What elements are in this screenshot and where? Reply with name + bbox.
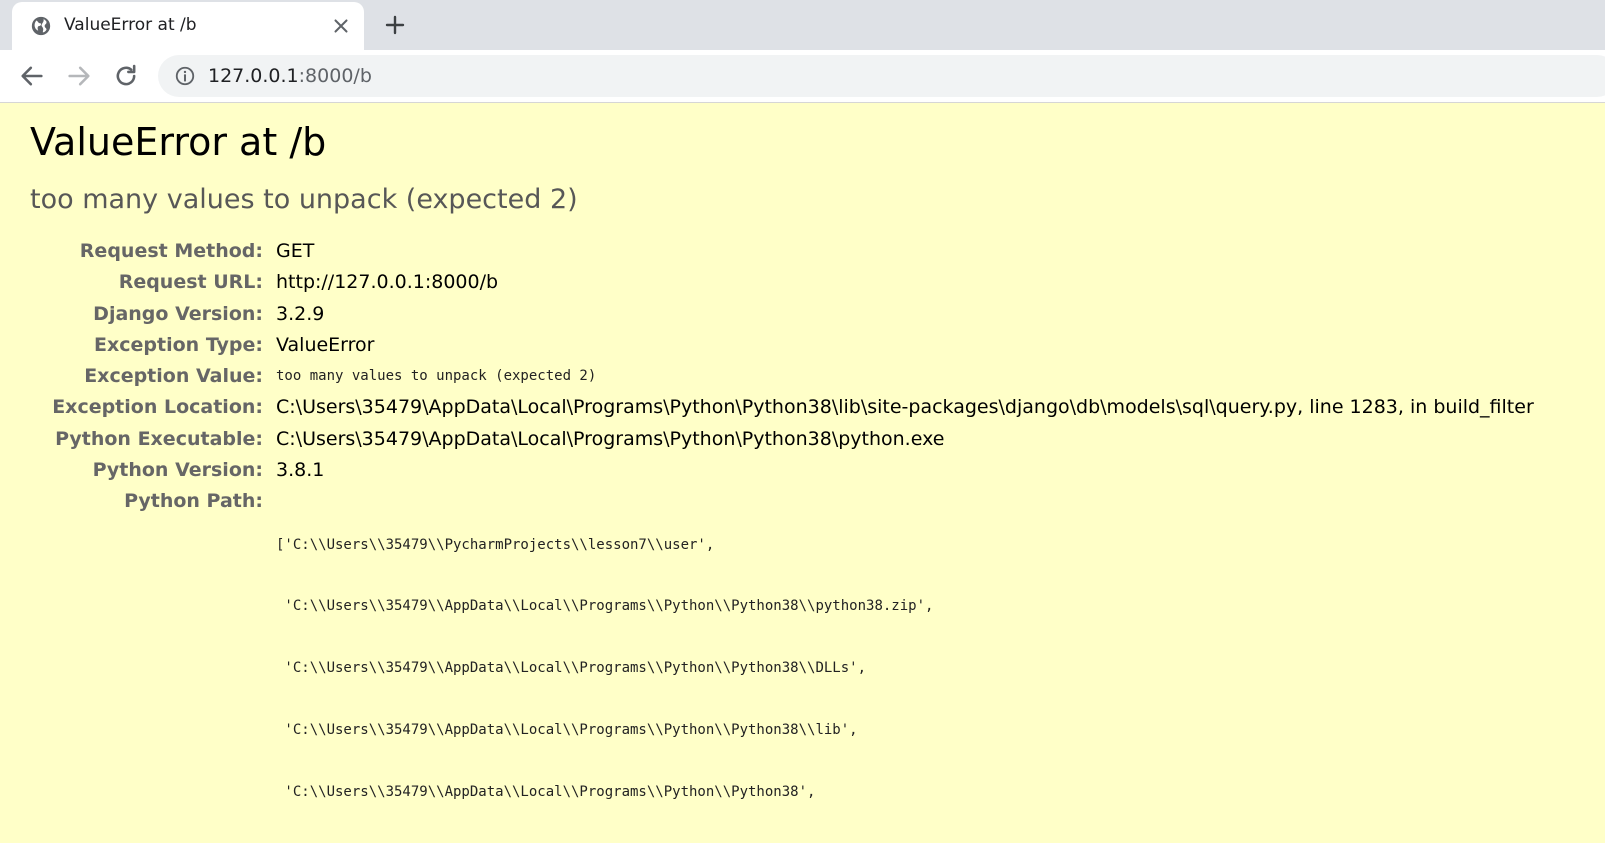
tab-strip: ValueError at /b	[0, 0, 1605, 50]
reload-icon[interactable]	[112, 62, 140, 90]
meta-row: Python Version: 3.8.1	[0, 457, 1605, 488]
meta-row: Exception Location: C:\Users\35479\AppDat…	[0, 394, 1605, 425]
meta-label: Python Path:	[124, 490, 263, 513]
python-path-list: ['C:\\Users\\35479\\PycharmProjects\\les…	[276, 493, 933, 843]
meta-label: Python Version:	[92, 459, 263, 482]
python-path-line: ['C:\\Users\\35479\\PycharmProjects\\les…	[276, 536, 715, 553]
back-arrow-icon[interactable]	[18, 62, 46, 90]
tab-title: ValueError at /b	[64, 15, 197, 35]
meta-label: Exception Type:	[94, 333, 263, 356]
meta-label: Django Version:	[93, 302, 263, 325]
url-path: :8000/b	[298, 65, 372, 87]
meta-value: too many values to unpack (expected 2)	[276, 368, 597, 385]
error-page: ValueError at /b too many values to unpa…	[0, 104, 1605, 800]
meta-value: C:\Users\35479\AppData\Local\Programs\Py…	[276, 427, 945, 450]
meta-row: Python Executable: C:\Users\35479\AppData…	[0, 426, 1605, 457]
info-icon[interactable]	[174, 65, 196, 87]
page-title: ValueError at /b	[30, 120, 327, 164]
meta-label: Exception Location:	[52, 396, 263, 419]
forward-arrow-icon[interactable]	[65, 62, 93, 90]
meta-value: 3.8.1	[276, 459, 325, 482]
meta-row: Exception Type: ValueError	[0, 332, 1605, 363]
meta-value: ValueError	[276, 333, 375, 356]
browser-toolbar: 127.0.0.1:8000/b	[0, 50, 1605, 103]
exception-message: too many values to unpack (expected 2)	[30, 184, 578, 215]
meta-label: Request URL:	[118, 271, 263, 294]
url-host: 127.0.0.1	[208, 65, 299, 87]
close-icon[interactable]	[330, 15, 352, 37]
address-bar[interactable]: 127.0.0.1:8000/b	[158, 55, 1605, 97]
meta-row: Exception Value: too many values to unpac…	[0, 363, 1605, 394]
meta-value: 3.2.9	[276, 302, 325, 325]
url-text[interactable]: 127.0.0.1:8000/b	[208, 65, 372, 87]
python-path-line: 'C:\\Users\\35479\\AppData\\Local\\Progr…	[276, 660, 867, 677]
python-path-line: 'C:\\Users\\35479\\AppData\\Local\\Progr…	[276, 598, 934, 615]
meta-label: Exception Value:	[84, 365, 263, 388]
meta-label: Python Executable:	[55, 427, 263, 450]
meta-value: GET	[276, 240, 315, 262]
globe-icon	[31, 16, 51, 36]
browser-tab[interactable]: ValueError at /b	[12, 2, 364, 50]
python-path-line: 'C:\\Users\\35479\\AppData\\Local\\Progr…	[276, 783, 816, 800]
meta-value: http://127.0.0.1:8000/b	[276, 271, 499, 294]
meta-label: Request Method:	[79, 240, 263, 262]
request-summary-table: Request Method: GET Request URL: http://12…	[0, 238, 1605, 800]
plus-icon[interactable]	[383, 13, 407, 37]
python-path-line: 'C:\\Users\\35479\\AppData\\Local\\Progr…	[276, 721, 858, 738]
meta-row: Request Method: GET	[0, 238, 1605, 269]
python-path-row: Python Path: ['C:\\Users\\35479\\Pycharm…	[0, 488, 1605, 799]
meta-row: Request URL: http://127.0.0.1:8000/b	[0, 269, 1605, 300]
meta-value: C:\Users\35479\AppData\Local\Programs\Py…	[276, 396, 1534, 419]
meta-row: Django Version: 3.2.9	[0, 301, 1605, 332]
